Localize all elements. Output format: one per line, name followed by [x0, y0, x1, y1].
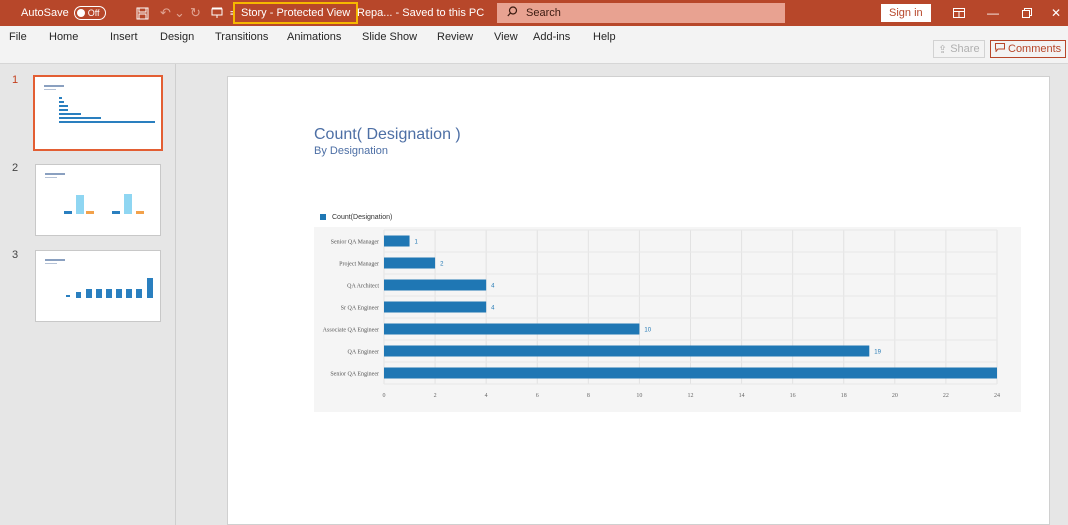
- tab-insert[interactable]: Insert: [110, 26, 138, 48]
- tab-home[interactable]: Home: [49, 26, 78, 48]
- category-label: Project Manager: [339, 262, 379, 268]
- value-label: 4: [491, 284, 495, 290]
- presentation-icon[interactable]: [211, 0, 223, 26]
- search-placeholder: Search: [526, 7, 561, 19]
- x-tick-label: 6: [536, 393, 539, 399]
- value-label: 2: [440, 262, 444, 268]
- x-tick-label: 10: [636, 393, 642, 399]
- tab-animations[interactable]: Animations: [287, 26, 341, 48]
- x-tick-label: 20: [892, 393, 898, 399]
- share-icon: ⇪: [938, 43, 948, 56]
- document-title: Story - Protected View: [233, 2, 359, 24]
- bar[interactable]: [384, 257, 436, 269]
- bar[interactable]: [384, 367, 997, 379]
- x-tick-label: 16: [790, 393, 796, 399]
- undo-dropdown-icon[interactable]: ⌄: [174, 0, 185, 26]
- save-icon[interactable]: [136, 0, 149, 26]
- close-icon[interactable]: ✕: [1044, 0, 1068, 26]
- bar[interactable]: [384, 235, 410, 247]
- slide-thumbnail-pane: 1 2 3: [0, 64, 176, 525]
- comments-label: Comments: [1008, 43, 1062, 55]
- category-label: Sr QA Engineer: [341, 306, 379, 312]
- title-bar: AutoSave Off ↶ ⌄ ↻ ≡ Story - Protected V…: [0, 0, 1068, 26]
- thumbnail-number: 2: [12, 162, 19, 174]
- ribbon-display-options-icon[interactable]: [944, 0, 974, 26]
- x-tick-label: 0: [383, 393, 386, 399]
- category-label: Associate QA Engineer: [323, 328, 379, 334]
- autosave-switch[interactable]: Off: [73, 6, 106, 20]
- ribbon-tabs: File Home Insert Design Transitions Anim…: [0, 26, 1068, 64]
- x-tick-label: 4: [485, 393, 488, 399]
- search-box[interactable]: Search: [497, 3, 785, 23]
- slide-title[interactable]: Count( Designation ): [314, 126, 461, 144]
- autosave-label: AutoSave: [21, 7, 69, 19]
- share-button[interactable]: ⇪ Share: [933, 40, 985, 58]
- thumbnail-number: 1: [12, 74, 19, 86]
- save-status[interactable]: Repa... - Saved to this PC: [357, 0, 484, 26]
- chart-plot: Senior QA Manager 1 Project Manager 2 QA Arc…: [323, 229, 1000, 399]
- tab-review[interactable]: Review: [437, 26, 473, 48]
- thumbnail-number: 3: [12, 249, 19, 261]
- autosave-state: Off: [87, 8, 100, 18]
- x-tick-label: 14: [739, 393, 745, 399]
- slide-thumbnail-2[interactable]: [35, 164, 161, 236]
- bar-chart[interactable]: Count(Designation) Senior QA Manager 1 Pro…: [314, 207, 1021, 412]
- slide-thumbnail-1[interactable]: [33, 75, 163, 151]
- category-label: QA Architect: [347, 284, 379, 290]
- comments-button[interactable]: Comments: [990, 40, 1067, 58]
- x-tick-label: 22: [943, 393, 949, 399]
- bar[interactable]: [384, 279, 487, 291]
- autosave-toggle[interactable]: AutoSave Off: [21, 0, 106, 26]
- bar[interactable]: [384, 345, 870, 357]
- value-label: 10: [644, 328, 651, 334]
- category-label: Senior QA Engineer: [330, 372, 379, 378]
- share-label: Share: [950, 43, 980, 55]
- tab-slide-show[interactable]: Slide Show: [362, 26, 417, 48]
- value-label: 4: [491, 306, 495, 312]
- x-tick-label: 12: [688, 393, 694, 399]
- slide-thumbnail-3[interactable]: [35, 250, 161, 322]
- category-label: Senior QA Manager: [331, 240, 379, 246]
- comment-icon: [995, 43, 1005, 55]
- x-tick-label: 2: [434, 393, 437, 399]
- tab-add-ins[interactable]: Add-ins: [533, 26, 570, 48]
- sign-in-button[interactable]: Sign in: [881, 4, 931, 22]
- x-tick-label: 18: [841, 393, 847, 399]
- tab-view[interactable]: View: [494, 26, 518, 48]
- bar[interactable]: [384, 301, 487, 313]
- tab-file[interactable]: File: [9, 26, 27, 48]
- x-tick-label: 8: [587, 393, 590, 399]
- value-label: 19: [874, 350, 881, 356]
- bar[interactable]: [384, 323, 640, 335]
- undo-icon[interactable]: ↶: [160, 0, 171, 26]
- tab-help[interactable]: Help: [593, 26, 616, 48]
- restore-icon[interactable]: [1012, 0, 1042, 26]
- value-label: 1: [415, 240, 419, 246]
- tab-design[interactable]: Design: [160, 26, 194, 48]
- tab-transitions[interactable]: Transitions: [215, 26, 268, 48]
- minimize-icon[interactable]: —: [978, 0, 1008, 26]
- slide-subtitle[interactable]: By Designation: [314, 145, 388, 157]
- x-tick-label: 24: [994, 393, 1000, 399]
- category-label: QA Engineer: [348, 350, 380, 356]
- search-icon: [507, 6, 518, 20]
- redo-icon[interactable]: ↻: [190, 0, 201, 26]
